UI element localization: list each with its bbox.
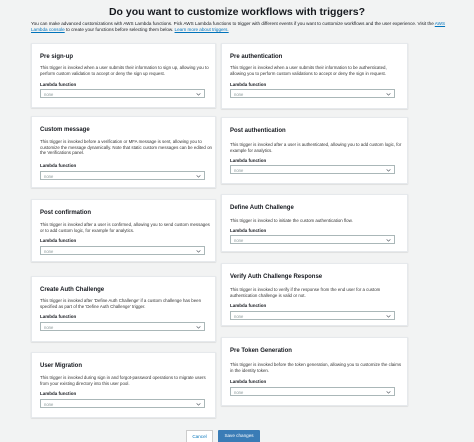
card-description: This trigger is invoked after a user is … [40,222,210,233]
card-title: Define Auth Challenge [230,205,294,211]
card-title: Custom message [40,127,90,133]
card-title: User Migration [40,363,83,369]
trigger-card-custom-message: Custom message This trigger is invoked b… [31,116,216,188]
lambda-function-label: Lambda function [230,158,267,163]
card-title: Pre sign-up [40,54,74,60]
lambda-function-label: Lambda function [40,314,77,319]
card-title: Post confirmation [40,210,92,216]
card-description: This trigger is invoked when a user subm… [40,65,209,76]
trigger-card-pre-authentication: Pre authentication This trigger is invok… [221,43,408,109]
lambda-function-label: Lambda function [230,303,267,308]
lambda-function-select[interactable]: none [230,235,395,244]
card-title: Create Auth Challenge [40,287,105,293]
chevron-down-icon [196,249,201,253]
trigger-card-define-auth-challenge: Define Auth Challenge This trigger is in… [221,194,408,252]
trigger-card-post-authentication: Post authentication This trigger is invo… [221,117,408,184]
save-changes-button[interactable]: Save changes [218,430,260,442]
card-title: Post authentication [230,128,286,134]
card-description: This trigger is invoked to verify if the… [230,287,381,298]
chevron-down-icon [386,390,391,394]
trigger-card-post-confirmation: Post confirmation This trigger is invoke… [31,199,216,262]
card-description: This trigger is invoked before the token… [230,362,402,373]
chevron-down-icon [196,92,201,96]
lambda-function-label: Lambda function [40,82,77,87]
card-title: Pre Token Generation [230,348,292,354]
lambda-function-label: Lambda function [230,379,267,384]
lambda-function-select[interactable]: none [230,165,395,174]
cancel-button[interactable]: Cancel [186,430,213,442]
card-description: This trigger is invoked before a verific… [40,139,212,156]
lambda-function-label: Lambda function [40,238,77,243]
lambda-function-select[interactable]: none [40,89,205,98]
page-title: Do you want to customize workflows with … [108,6,366,18]
lambda-function-label: Lambda function [230,228,267,233]
chevron-down-icon [196,402,201,406]
lambda-function-label: Lambda function [40,163,77,168]
lambda-function-select[interactable]: none [40,246,205,255]
card-description: This trigger is invoked after 'Define Au… [40,298,202,309]
chevron-down-icon [386,238,391,242]
card-title: Pre authentication [230,54,283,60]
lambda-function-select[interactable]: none [40,171,205,180]
card-description: This trigger is invoked after a user is … [230,142,402,153]
trigger-card-user-migration: User Migration This trigger is invoked d… [31,352,216,418]
trigger-card-pre-sign-up: Pre sign-up This trigger is invoked when… [31,43,216,108]
chevron-down-icon [386,314,391,318]
lambda-function-label: Lambda function [40,391,77,396]
chevron-down-icon [386,168,391,172]
lambda-function-select[interactable]: none [40,399,205,408]
chevron-down-icon [196,325,201,329]
lambda-function-label: Lambda function [230,82,267,87]
lambda-function-select[interactable]: none [230,311,395,320]
intro-text: You can make advanced customizations wit… [31,21,446,32]
lambda-function-select[interactable]: none [230,89,395,98]
lambda-function-select[interactable]: none [230,387,395,396]
card-description: This trigger is invoked to initiate the … [230,218,353,223]
trigger-card-pre-token-generation: Pre Token Generation This trigger is inv… [221,337,408,406]
chevron-down-icon [196,174,201,178]
chevron-down-icon [386,92,391,96]
lambda-function-select[interactable]: none [40,322,205,331]
card-description: This trigger is invoked when a user subm… [230,65,387,76]
trigger-card-create-auth-challenge: Create Auth Challenge This trigger is in… [31,276,216,342]
trigger-card-verify-auth-challenge-response: Verify Auth Challenge Response This trig… [221,263,408,326]
learn-more-triggers-link[interactable]: Learn more about triggers. [175,27,229,32]
card-title: Verify Auth Challenge Response [230,274,323,280]
card-description: This trigger is invoked during sign in a… [40,375,206,386]
